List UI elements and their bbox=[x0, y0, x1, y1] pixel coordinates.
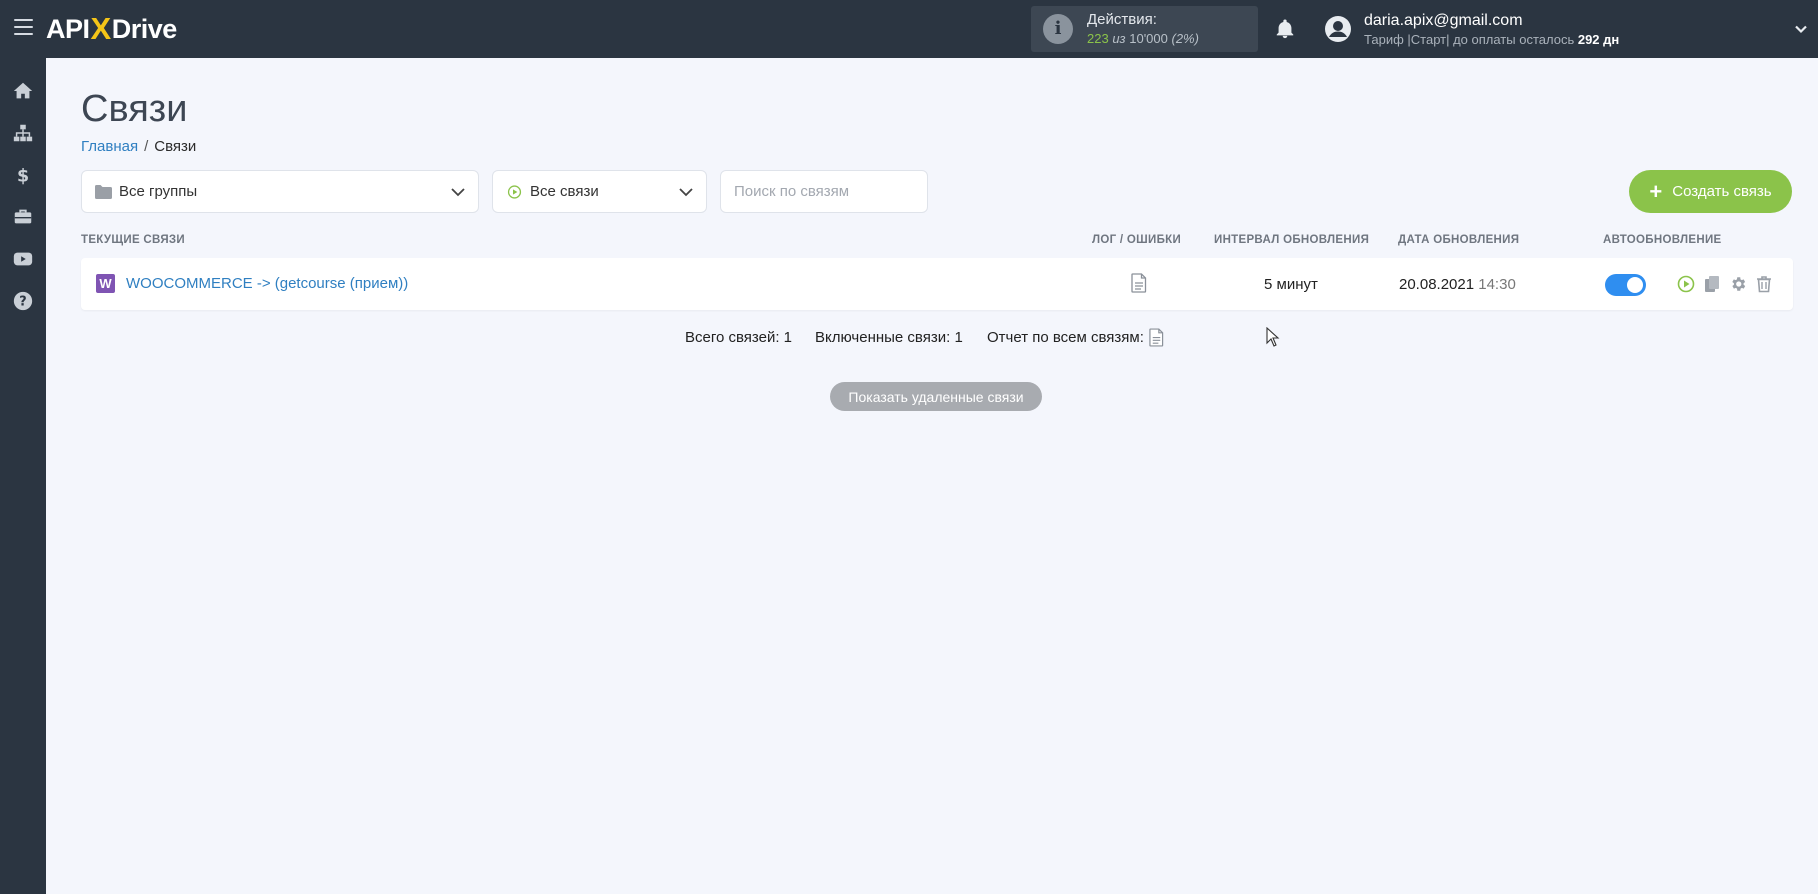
links-select-value: Все связи bbox=[530, 183, 599, 200]
user-plan: Тариф |Старт| до оплаты осталось 292 дн bbox=[1364, 32, 1620, 47]
chevron-down-icon[interactable] bbox=[1794, 22, 1808, 36]
breadcrumb-separator: / bbox=[144, 138, 149, 155]
report-file-icon[interactable] bbox=[1149, 328, 1164, 347]
logo-text-x: X bbox=[90, 11, 112, 46]
total-connections: Всего связей: 1 bbox=[685, 329, 793, 346]
column-header-interval: ИНТЕРВАЛ ОБНОВЛЕНИЯ bbox=[1214, 234, 1370, 246]
column-header-date: ДАТА ОБНОВЛЕНИЯ bbox=[1398, 234, 1520, 246]
run-icon[interactable] bbox=[1677, 275, 1695, 293]
column-header-auto-update: АВТООБНОВЛЕНИЕ bbox=[1603, 234, 1722, 246]
sidebar-item-billing[interactable]: $ bbox=[0, 154, 46, 196]
chevron-down-icon bbox=[679, 188, 693, 197]
apixdrive-logo[interactable]: API X Drive bbox=[46, 11, 178, 46]
svg-text:?: ? bbox=[19, 295, 26, 310]
page-title: Связи bbox=[81, 88, 188, 130]
actions-title: Действия: bbox=[1087, 11, 1157, 28]
video-icon bbox=[13, 252, 33, 266]
sidebar-item-services[interactable] bbox=[0, 196, 46, 238]
menu-icon[interactable] bbox=[14, 19, 33, 35]
sidebar-item-home[interactable] bbox=[0, 70, 46, 112]
show-deleted-button[interactable]: Показать удаленные связи bbox=[830, 382, 1042, 411]
sidebar-item-help[interactable]: ? bbox=[0, 280, 46, 322]
play-circle-icon bbox=[507, 184, 522, 199]
svg-text:$: $ bbox=[17, 166, 29, 186]
logo-text-right: Drive bbox=[111, 13, 178, 44]
trash-icon[interactable] bbox=[1755, 275, 1773, 293]
table-row: W WOOCOMMERCE -> (getcourse (прием)) 5 м… bbox=[81, 258, 1793, 310]
help-icon: ? bbox=[13, 291, 33, 311]
groups-select[interactable]: Все группы bbox=[81, 170, 479, 213]
user-avatar-icon[interactable] bbox=[1324, 15, 1352, 43]
gear-icon[interactable] bbox=[1729, 275, 1747, 293]
report-all-label: Отчет по всем связям: bbox=[987, 329, 1144, 346]
plus-icon: + bbox=[1649, 178, 1663, 204]
info-icon: i bbox=[1043, 14, 1073, 44]
user-email[interactable]: daria.apix@gmail.com bbox=[1364, 12, 1523, 30]
enabled-connections: Включенные связи: 1 bbox=[815, 329, 963, 346]
column-header-log: ЛОГ / ОШИБКИ bbox=[1092, 234, 1182, 246]
top-bar: API X Drive i Действия: 223 из 10'000 (2%)… bbox=[0, 0, 1818, 58]
sidebar: $ ? bbox=[0, 58, 46, 894]
bell-icon[interactable] bbox=[1274, 17, 1296, 41]
sitemap-icon bbox=[13, 124, 33, 142]
home-icon bbox=[13, 82, 33, 99]
create-connection-label: Создать связь bbox=[1672, 183, 1772, 200]
update-interval: 5 минут bbox=[1264, 276, 1318, 293]
logo-text-left: API bbox=[46, 13, 90, 44]
sidebar-item-connections[interactable] bbox=[0, 112, 46, 154]
connection-name-link[interactable]: WOOCOMMERCE -> (getcourse (прием)) bbox=[126, 275, 408, 292]
chevron-down-icon bbox=[451, 188, 465, 197]
copy-icon[interactable] bbox=[1703, 275, 1721, 293]
groups-select-value: Все группы bbox=[119, 183, 198, 200]
mouse-cursor-icon bbox=[1266, 327, 1280, 347]
sidebar-item-video[interactable] bbox=[0, 238, 46, 280]
search-input[interactable] bbox=[720, 170, 928, 213]
log-file-icon[interactable] bbox=[1131, 273, 1147, 293]
woocommerce-icon: W bbox=[96, 274, 115, 293]
folder-icon bbox=[95, 184, 112, 199]
actions-count: 223 из 10'000 (2%) bbox=[1087, 31, 1199, 46]
column-header-current: ТЕКУЩИЕ СВЯЗИ bbox=[81, 234, 185, 246]
update-date: 20.08.2021 14:30 bbox=[1399, 276, 1516, 293]
actions-counter: i Действия: 223 из 10'000 (2%) bbox=[1031, 6, 1258, 52]
breadcrumb: Главная / Связи bbox=[81, 138, 196, 155]
links-status-select[interactable]: Все связи bbox=[492, 170, 707, 213]
breadcrumb-home[interactable]: Главная bbox=[81, 138, 138, 155]
dollar-icon: $ bbox=[17, 166, 29, 186]
breadcrumb-current: Связи bbox=[154, 138, 197, 155]
toggle-knob bbox=[1627, 277, 1643, 293]
auto-update-toggle[interactable] bbox=[1605, 274, 1646, 296]
briefcase-icon bbox=[14, 209, 32, 224]
create-connection-button[interactable]: + Создать связь bbox=[1629, 170, 1792, 213]
